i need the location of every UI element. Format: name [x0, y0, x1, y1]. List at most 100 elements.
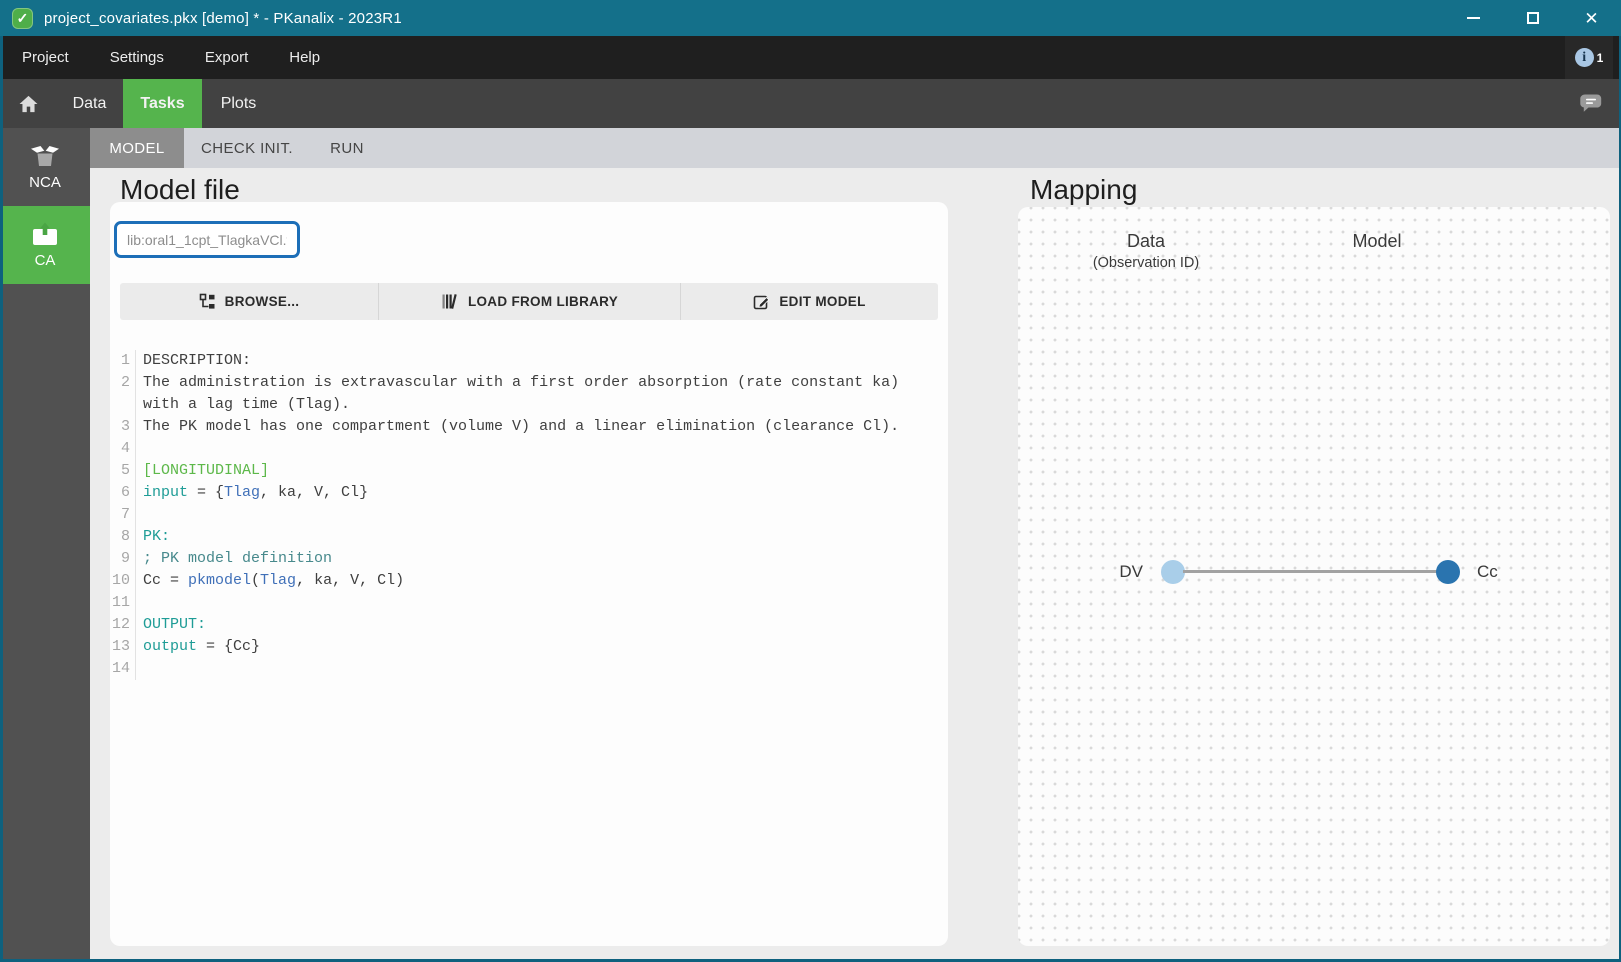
code-line: 5 [LONGITUDINAL]: [110, 460, 932, 482]
code-token: Cc =: [143, 572, 189, 589]
code-line-text: PK:: [136, 526, 924, 548]
code-token: pkmodel: [188, 572, 252, 589]
code-token: output: [143, 638, 198, 655]
model-header-label: Model: [1352, 231, 1402, 251]
subtab-model[interactable]: MODEL: [90, 128, 184, 168]
code-line: 2 The administration is extravascular wit…: [110, 372, 932, 416]
menu-settings[interactable]: Settings: [110, 49, 164, 66]
code-line-text: [LONGITUDINAL]: [136, 460, 924, 482]
code-token: OUTPUT:: [143, 616, 207, 633]
code-line-number: 13: [110, 636, 136, 658]
cc-connector-handle[interactable]: [1436, 560, 1460, 584]
mapping-heading: Mapping: [1030, 174, 1138, 205]
code-line-number: 3: [110, 416, 136, 438]
info-icon: i: [1574, 48, 1594, 67]
code-line-text: [136, 592, 924, 614]
edit-pencil-icon: [754, 295, 770, 310]
menu-bar: Project Settings Export Help i 1: [0, 36, 1621, 79]
notifications-button[interactable]: i 1: [1565, 36, 1613, 79]
code-line: 4: [110, 438, 932, 460]
code-token: = {: [188, 484, 225, 501]
window-controls: ✕: [1444, 0, 1621, 36]
code-token: The PK model has one compartment (volume…: [143, 418, 900, 435]
subtab-run[interactable]: RUN: [310, 128, 384, 168]
edit-model-button-label: EDIT MODEL: [779, 294, 866, 309]
code-token: DESCRIPTION:: [143, 352, 252, 369]
close-button[interactable]: ✕: [1562, 0, 1621, 36]
code-line-text: [136, 658, 924, 680]
menu-help[interactable]: Help: [289, 49, 320, 66]
mapping-connection-line: [1183, 570, 1438, 573]
pkanalix-window: ✓ project_covariates.pkx [demo] * - PKan…: [0, 0, 1621, 962]
code-line-number: 4: [110, 438, 136, 460]
code-line-text: input = {Tlag, ka, V, Cl}: [136, 482, 924, 504]
browse-button[interactable]: BROWSE...: [120, 283, 378, 320]
code-token: The administration is extravascular with…: [143, 374, 909, 413]
tab-tasks[interactable]: Tasks: [123, 79, 202, 128]
window-frame-left: [0, 36, 3, 962]
code-line-text: [136, 438, 924, 460]
code-line-text: Cc = pkmodel(Tlag, ka, V, Cl): [136, 570, 924, 592]
observation-id-label: (Observation ID): [1092, 255, 1200, 271]
mapping-data-column-header: Data (Observation ID): [1056, 231, 1236, 271]
tab-plots[interactable]: Plots: [202, 79, 275, 128]
code-line: 14: [110, 658, 932, 680]
code-line: 8 PK:: [110, 526, 932, 548]
code-line-text: ; PK model definition: [136, 548, 924, 570]
code-token: [LONGITUDINAL]: [143, 462, 270, 479]
nca-open-box-icon: [31, 146, 59, 166]
code-token: = {Cc}: [197, 638, 261, 655]
subtab-check-init[interactable]: CHECK INIT.: [184, 128, 310, 168]
maximize-icon: [1526, 12, 1539, 24]
menu-project[interactable]: Project: [22, 49, 69, 66]
sidebar-item-ca[interactable]: CA: [0, 206, 90, 284]
sidebar-item-nca[interactable]: NCA: [0, 128, 90, 206]
menu-export[interactable]: Export: [205, 49, 248, 66]
home-button[interactable]: [0, 79, 56, 128]
ca-box-icon: [33, 222, 57, 245]
home-icon: [19, 95, 37, 112]
code-line-text: The PK model has one compartment (volume…: [136, 416, 924, 438]
task-sidebar: NCA CA: [0, 128, 90, 959]
code-line-number: 10: [110, 570, 136, 592]
code-line: 10 Cc = pkmodel(Tlag, ka, V, Cl): [110, 570, 932, 592]
sidebar-item-label: CA: [34, 252, 56, 269]
dv-label: DV: [1119, 562, 1143, 581]
code-line-number: 14: [110, 658, 136, 680]
minimize-icon: [1467, 17, 1480, 19]
edit-model-button[interactable]: EDIT MODEL: [680, 283, 938, 320]
model-file-toolbar: BROWSE... LOAD FROM LIBRARY EDIT MODEL: [120, 283, 938, 320]
model-file-path-input[interactable]: [114, 221, 300, 258]
code-line-text: DESCRIPTION:: [136, 350, 924, 372]
code-line-number: 8: [110, 526, 136, 548]
task-step-tabs: MODEL CHECK INIT. RUN: [90, 128, 1619, 168]
code-token: Tlag: [260, 572, 297, 589]
code-line: 7: [110, 504, 932, 526]
code-token: PK:: [143, 528, 171, 545]
model-code-editor[interactable]: 1 DESCRIPTION: 2 The administration is extr…: [110, 350, 932, 680]
model-file-panel: BROWSE... LOAD FROM LIBRARY EDIT MODEL: [110, 202, 948, 946]
code-line-number: 1: [110, 350, 136, 372]
mapping-model-column-header: Model: [1287, 231, 1467, 252]
mapping-row-dv-cc: DV Cc: [1018, 560, 1610, 584]
comments-button[interactable]: [1559, 79, 1621, 128]
code-token: ; PK model definition: [143, 550, 333, 567]
data-header-label: Data: [1126, 231, 1166, 251]
code-token: , ka, V, Cl}: [260, 484, 369, 501]
code-line-text: output = {Cc}: [136, 636, 924, 658]
cc-label: Cc: [1477, 562, 1498, 581]
code-token: (: [251, 572, 261, 589]
notification-count: 1: [1596, 50, 1604, 65]
minimize-button[interactable]: [1444, 0, 1503, 36]
mapping-panel: Data (Observation ID) Model DV Cc: [1018, 207, 1610, 946]
dv-connector-handle[interactable]: [1161, 560, 1185, 584]
window-title: project_covariates.pkx [demo] * - PKanal…: [44, 9, 402, 27]
title-bar: ✓ project_covariates.pkx [demo] * - PKan…: [0, 0, 1621, 36]
tab-data[interactable]: Data: [56, 79, 123, 128]
code-token: input: [143, 484, 189, 501]
code-line-number: 9: [110, 548, 136, 570]
load-from-library-button[interactable]: LOAD FROM LIBRARY: [378, 283, 680, 320]
maximize-button[interactable]: [1503, 0, 1562, 36]
code-token: , ka, V, Cl): [296, 572, 405, 589]
model-file-heading: Model file: [120, 174, 240, 205]
